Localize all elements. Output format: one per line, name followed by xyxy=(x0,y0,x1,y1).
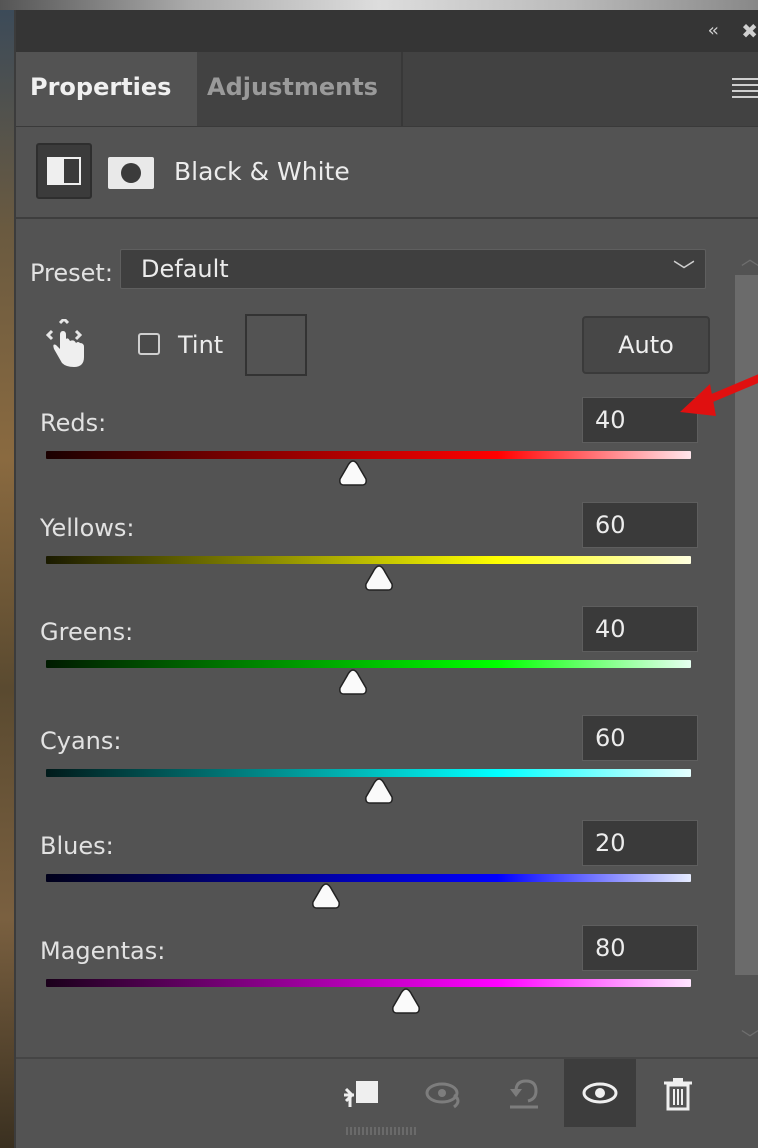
tint-color-swatch[interactable] xyxy=(245,314,307,376)
tab-bar: Properties Adjustments xyxy=(16,52,758,127)
slider-row-reds: Reds: 40 xyxy=(16,397,716,509)
panel-menu-icon[interactable] xyxy=(732,78,758,98)
layer-mask-icon[interactable] xyxy=(108,157,154,189)
tab-adjustments[interactable]: Adjustments xyxy=(193,52,403,126)
slider-track[interactable] xyxy=(46,660,691,668)
background-image-edge-top xyxy=(0,0,758,10)
slider-thumb[interactable] xyxy=(364,564,394,592)
slider-value-input[interactable]: 60 xyxy=(582,502,698,548)
delete-icon[interactable] xyxy=(658,1073,698,1113)
adjustment-header: Black & White xyxy=(16,127,758,219)
adjustment-controls: ︿ ﹀ Preset: Default ﹀ Tint Auto Reds: 40 Y… xyxy=(16,219,758,1059)
resize-grip[interactable] xyxy=(346,1127,416,1135)
tint-checkbox[interactable] xyxy=(138,333,160,355)
slider-value-input[interactable]: 80 xyxy=(582,925,698,971)
slider-label: Reds: xyxy=(40,409,107,437)
slider-label: Cyans: xyxy=(40,727,122,755)
slider-track[interactable] xyxy=(46,979,691,987)
slider-thumb[interactable] xyxy=(364,777,394,805)
collapse-icon[interactable]: ‹‹ xyxy=(708,20,720,41)
slider-row-magentas: Magentas: 80 xyxy=(16,925,716,1037)
preset-label: Preset: xyxy=(30,259,113,287)
slider-value-input[interactable]: 40 xyxy=(582,606,698,652)
tint-label: Tint xyxy=(178,331,224,359)
slider-thumb[interactable] xyxy=(338,459,368,487)
slider-thumb[interactable] xyxy=(311,882,341,910)
preset-dropdown[interactable]: Default ﹀ xyxy=(120,249,706,289)
slider-row-cyans: Cyans: 60 xyxy=(16,715,716,827)
slider-value-input[interactable]: 20 xyxy=(582,820,698,866)
background-image-edge xyxy=(0,0,14,1148)
slider-track[interactable] xyxy=(46,556,691,564)
slider-track[interactable] xyxy=(46,769,691,777)
red-annotation-arrow xyxy=(680,374,758,416)
slider-label: Magentas: xyxy=(40,937,166,965)
properties-panel: ‹‹ ✖ Properties Adjustments Black & Whit… xyxy=(14,10,758,1148)
reset-icon[interactable] xyxy=(504,1073,544,1113)
close-icon[interactable]: ✖ xyxy=(741,19,758,43)
slider-value-input[interactable]: 60 xyxy=(582,715,698,761)
slider-row-greens: Greens: 40 xyxy=(16,606,716,718)
slider-track[interactable] xyxy=(46,874,691,882)
black-white-adjustment-icon[interactable] xyxy=(36,143,92,199)
adjustment-title: Black & White xyxy=(174,157,350,186)
visibility-eye-icon[interactable] xyxy=(580,1073,620,1113)
tab-properties[interactable]: Properties xyxy=(16,52,197,126)
panel-titlebar: ‹‹ ✖ xyxy=(16,10,758,52)
chevron-down-icon: ﹀ xyxy=(672,260,695,285)
slider-row-yellows: Yellows: 60 xyxy=(16,502,716,614)
slider-label: Blues: xyxy=(40,832,114,860)
view-previous-state-icon[interactable] xyxy=(424,1073,464,1113)
slider-label: Greens: xyxy=(40,618,134,646)
slider-row-blues: Blues: 20 xyxy=(16,820,716,932)
slider-label: Yellows: xyxy=(40,514,135,542)
scroll-down-icon[interactable]: ﹀ xyxy=(741,1025,758,1051)
slider-thumb[interactable] xyxy=(391,987,421,1015)
slider-track[interactable] xyxy=(46,451,691,459)
slider-thumb[interactable] xyxy=(338,668,368,696)
scroll-up-icon[interactable]: ︿ xyxy=(741,245,758,271)
clip-to-layer-icon[interactable] xyxy=(342,1073,382,1113)
scrollbar[interactable]: ︿ ﹀ xyxy=(734,239,758,1059)
panel-footer xyxy=(16,1057,758,1127)
preset-value: Default xyxy=(141,255,229,283)
targeted-adjustment-hand-icon[interactable] xyxy=(46,319,90,369)
